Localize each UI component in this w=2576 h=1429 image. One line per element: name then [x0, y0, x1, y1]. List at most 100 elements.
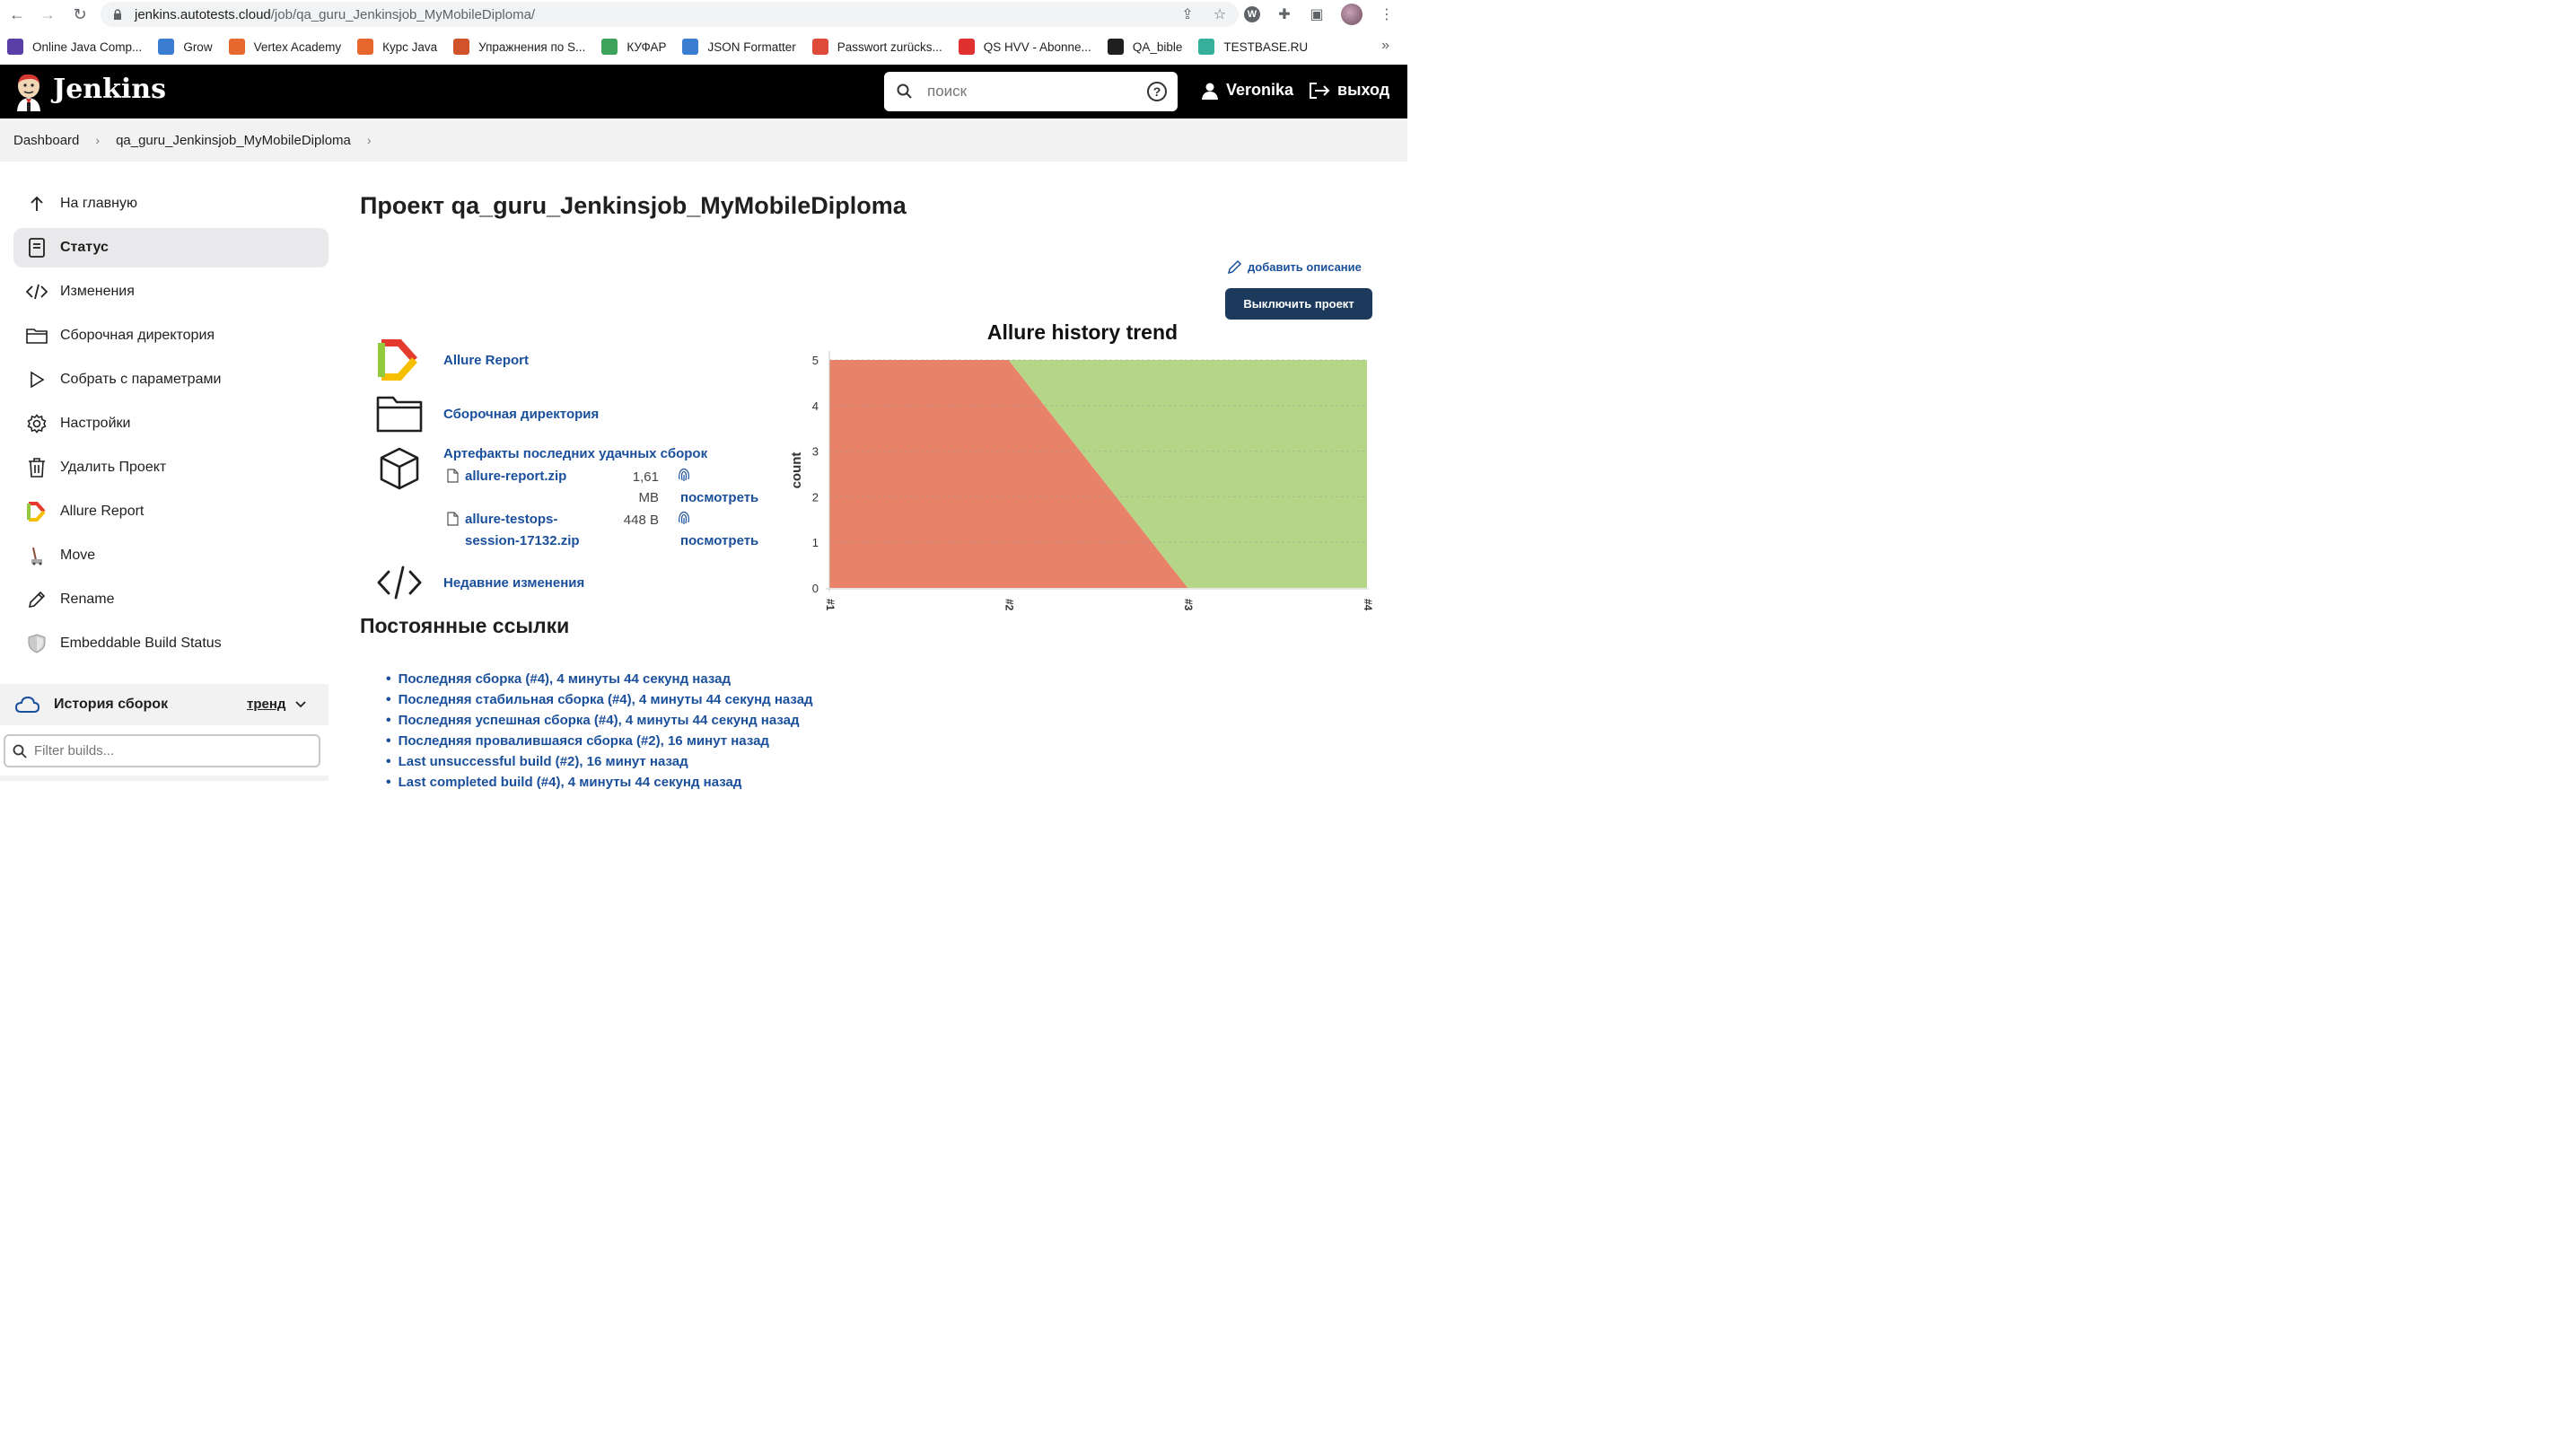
workspace-row: Сборочная директория	[375, 391, 599, 436]
y-tick-label: 4	[812, 399, 819, 413]
build-history-list	[0, 776, 329, 781]
sidebar-item-label: Embeddable Build Status	[60, 636, 222, 651]
search-icon	[13, 744, 27, 758]
bookmark-favicon-icon	[453, 39, 470, 55]
add-description-link[interactable]: добавить описание	[1228, 259, 1362, 274]
fingerprint-icon[interactable]	[677, 466, 691, 487]
bookmark-label: Vertex Academy	[253, 39, 342, 54]
permalink-item[interactable]: Last completed build (#4), 4 минуты 44 с…	[386, 772, 813, 793]
workspace-link[interactable]: Сборочная директория	[443, 407, 599, 422]
bookmark-favicon-icon	[811, 39, 828, 55]
disable-project-button[interactable]: Выключить проект	[1225, 288, 1372, 320]
reload-icon[interactable]: ↻	[70, 4, 90, 24]
bookmark-label: TESTBASE.RU	[1223, 39, 1309, 54]
bookmark-item[interactable]: JSON Formatter	[682, 39, 796, 55]
view-fingerprint-link[interactable]: посмотреть	[680, 533, 758, 548]
permalink-item[interactable]: Последняя стабильная сборка (#4), 4 мину…	[386, 689, 813, 710]
share-icon[interactable]: ⇪	[1179, 6, 1196, 22]
bookmark-label: КУФАР	[626, 39, 667, 54]
artifact-file-link[interactable]: allure-report.zip	[465, 469, 566, 484]
bookmark-item[interactable]: Online Java Comp...	[7, 39, 142, 55]
fingerprint-icon[interactable]	[677, 509, 691, 530]
chevron-right-icon[interactable]: ›	[367, 133, 372, 147]
add-description-label: добавить описание	[1248, 259, 1362, 274]
user-link[interactable]: Veronika	[1201, 81, 1293, 100]
artifact-size: 448 B	[623, 513, 659, 528]
bookmarks-more-icon[interactable]: »	[1381, 38, 1389, 54]
forward-icon[interactable]: →	[38, 4, 57, 24]
folder-icon	[375, 391, 424, 436]
recent-changes-link[interactable]: Недавние изменения	[443, 575, 584, 591]
sidebar-item-embeddable-build-status[interactable]: Embeddable Build Status	[13, 624, 329, 663]
bookmark-label: JSON Formatter	[707, 39, 796, 54]
sidebar-item-allure[interactable]: Allure Report	[13, 492, 329, 531]
search-input[interactable]	[927, 83, 1134, 101]
logout-link[interactable]: выход	[1309, 81, 1389, 100]
allure-history-trend-chart[interactable]: 0 1 2 3 4 5 #1 #2 #3 #4 Allure history trend count	[783, 316, 1393, 621]
chart-title: Allure history trend	[987, 320, 1178, 344]
bookmark-star-icon[interactable]: ☆	[1212, 6, 1228, 22]
extension-w-icon[interactable]: W	[1244, 6, 1260, 22]
sidebar-item-changes[interactable]: Изменения	[13, 272, 329, 311]
bookmark-item[interactable]: Курс Java	[357, 39, 437, 55]
back-icon[interactable]: ←	[7, 4, 27, 24]
file-icon	[447, 512, 459, 530]
y-tick-label: 1	[812, 536, 819, 549]
permalink-item[interactable]: Последняя сборка (#4), 4 минуты 44 секун…	[386, 669, 813, 689]
sidebar-item-delete[interactable]: Удалить Проект	[13, 448, 329, 487]
permalink-item[interactable]: Последняя успешная сборка (#4), 4 минуты…	[386, 710, 813, 731]
profile-avatar[interactable]	[1341, 4, 1362, 25]
sidebar-item-status[interactable]: Статус	[13, 228, 329, 267]
jenkins-logo-icon[interactable]	[13, 72, 45, 111]
x-tick-label: #3	[1182, 599, 1195, 611]
artifacts-title[interactable]: Артефакты последних удачных сборок	[443, 446, 707, 461]
permalink-item[interactable]: Последняя провалившаяся сборка (#2), 16 …	[386, 731, 813, 751]
allure-icon	[26, 501, 48, 522]
bookmark-item[interactable]: Grow	[158, 39, 213, 55]
extensions-icon[interactable]: ✚	[1276, 6, 1292, 22]
sidebar-item-move[interactable]: Move	[13, 536, 329, 575]
app-title[interactable]: Jenkins	[53, 74, 166, 105]
bookmark-item[interactable]: TESTBASE.RU	[1198, 39, 1308, 55]
sidebar-item-workspace[interactable]: Сборочная директория	[13, 316, 329, 355]
view-fingerprint-link[interactable]: посмотреть	[680, 490, 758, 505]
artifact-file-link-cont[interactable]: session-17132.zip	[465, 533, 580, 548]
trash-icon	[26, 457, 48, 478]
allure-report-link[interactable]: Allure Report	[443, 353, 529, 368]
address-bar[interactable]: jenkins.autotests.cloud/job/qa_guru_Jenk…	[101, 2, 1239, 27]
sidebar-item-home[interactable]: На главную	[13, 184, 329, 224]
code-icon	[375, 560, 424, 605]
breadcrumb-job[interactable]: qa_guru_Jenkinsjob_MyMobileDiploma	[116, 133, 351, 148]
bookmark-item[interactable]: КУФАР	[601, 39, 666, 55]
artifact-file-link[interactable]: allure-testops-	[465, 512, 557, 527]
trend-link[interactable]: тренд	[247, 697, 285, 712]
sidebar-item-label: Собрать с параметрами	[60, 372, 222, 387]
bookmark-item[interactable]: QA_bible	[1107, 39, 1182, 55]
sidebar-item-settings[interactable]: Настройки	[13, 404, 329, 443]
bookmark-favicon-icon	[958, 39, 975, 55]
bookmark-item[interactable]: QS HVV - Abonne...	[958, 39, 1091, 55]
bookmark-item[interactable]: Vertex Academy	[228, 39, 342, 55]
sidebar-item-label: Настройки	[60, 416, 131, 431]
build-history-label: История сборок	[54, 697, 169, 712]
sidebar-item-build-with-params[interactable]: Собрать с параметрами	[13, 360, 329, 399]
page-title: Проект qa_guru_Jenkinsjob_MyMobileDiplom…	[360, 192, 907, 219]
help-icon[interactable]: ?	[1147, 82, 1167, 101]
logout-icon	[1310, 82, 1330, 99]
breadcrumb-dashboard[interactable]: Dashboard	[13, 133, 79, 148]
filter-builds-input[interactable]	[34, 743, 303, 758]
menu-kebab-icon[interactable]: ⋮	[1379, 6, 1395, 22]
bookmark-item[interactable]: Passwort zurücks...	[811, 39, 942, 55]
chevron-right-icon[interactable]: ›	[95, 133, 100, 147]
bookmark-item[interactable]: Упражнения по S...	[453, 39, 585, 55]
bookmark-label: Курс Java	[382, 39, 438, 54]
sidebar-item-rename[interactable]: Rename	[13, 580, 329, 619]
side-panel-icon[interactable]: ▣	[1309, 6, 1325, 22]
bookmark-favicon-icon	[601, 39, 618, 55]
chevron-down-icon[interactable]	[295, 697, 306, 711]
bookmark-favicon-icon	[228, 39, 245, 55]
bookmark-favicon-icon	[1198, 39, 1215, 55]
permalink-item[interactable]: Last unsuccessful build (#2), 16 минут н…	[386, 751, 813, 772]
sidebar-item-label: Статус	[60, 240, 109, 255]
bookmark-favicon-icon	[1107, 39, 1124, 55]
